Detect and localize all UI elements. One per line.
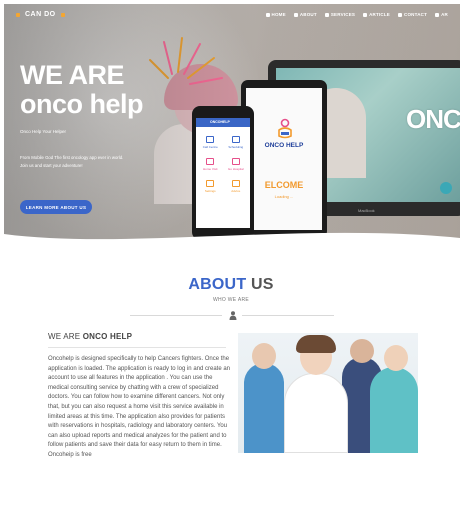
- onco-help-logo-icon: [278, 118, 292, 139]
- phone-tile-label: Scheduling: [228, 145, 244, 149]
- brand-name: CAN DO: [25, 11, 56, 18]
- car-icon: [206, 158, 215, 165]
- main-nav: HOME ABOUT SERVICES ARTICLE CONTACT AR: [265, 12, 448, 17]
- phone-tile-go-hospital: Go Hospital: [225, 154, 248, 171]
- nav-label: ABOUT: [299, 12, 317, 17]
- nav-services[interactable]: SERVICES: [324, 12, 356, 17]
- phone-tile-label: Advice: [231, 189, 241, 193]
- tablet-screen: ONCO HELP ELCOME Loading ...: [246, 88, 322, 230]
- learn-more-button[interactable]: LEARN MORE ABOUT US: [20, 200, 92, 214]
- phone-icon: [206, 136, 215, 143]
- article-icon: [363, 12, 368, 17]
- phone-tile-call-centre: Call Centre: [199, 132, 222, 149]
- phone-tile-grid: Call Centre Scheduling Home Visit Go Hos…: [199, 132, 247, 193]
- phone-tile-label: Go Hospital: [227, 167, 244, 171]
- nav-about[interactable]: ABOUT: [293, 12, 317, 17]
- tablet-app-title: ONCO HELP: [264, 142, 304, 149]
- we-are-rule: [48, 347, 226, 348]
- brand-dot-icon: [16, 12, 20, 17]
- nav-label: HOME: [271, 12, 286, 17]
- tablet-welcome-text: ELCOME: [264, 180, 304, 190]
- services-icon: [324, 12, 329, 17]
- brand-logo[interactable]: CAN DO: [16, 11, 65, 18]
- tablet-loading-text: Loading ...: [274, 194, 294, 199]
- hospital-icon: [231, 158, 240, 165]
- advice-icon: [231, 180, 240, 187]
- phone-tile-label: Call Centre: [202, 145, 218, 149]
- doctor-head: [252, 343, 276, 369]
- laptop-action-icon: [440, 182, 452, 194]
- hero-heading-line1: WE ARE: [20, 60, 125, 90]
- doctors-photo: [238, 333, 418, 453]
- we-are-bold: ONCO HELP: [82, 332, 133, 341]
- calendar-icon: [231, 136, 240, 143]
- nav-language-ar[interactable]: AR: [435, 12, 448, 17]
- we-are-prefix: WE ARE: [48, 332, 83, 341]
- hero-heading-line2: onco help: [20, 89, 144, 119]
- phone-app-bar-title: ONCOHELP: [210, 120, 230, 124]
- nav-label: AR: [441, 12, 448, 17]
- nav-contact[interactable]: CONTACT: [398, 12, 427, 17]
- divider-left: [130, 315, 222, 316]
- nav-label: ARTICLE: [369, 12, 391, 17]
- phone-tile-label: Settings: [204, 189, 216, 193]
- about-heading: ABOUT US: [0, 276, 462, 294]
- doctor-figure: [370, 367, 418, 453]
- person-icon: [229, 311, 237, 320]
- doctor-hair: [296, 335, 336, 353]
- nav-label: SERVICES: [330, 12, 356, 17]
- hero-bottom-wave: [4, 232, 460, 250]
- phone-tile-label: Home Visit: [203, 167, 218, 171]
- hero-section: ONCO MacBook ONCO HELP ELCOME Loading ..…: [4, 4, 460, 244]
- top-navigation-bar: CAN DO HOME ABOUT SERVICES ARTICLE CONTA…: [4, 4, 460, 26]
- hero-tagline: Onco Help Your Helper: [20, 129, 67, 134]
- brand-dot-icon: [60, 12, 65, 17]
- phone-screen: ONCOHELP Call Centre Scheduling Home Vis…: [196, 118, 250, 228]
- nav-label: CONTACT: [404, 12, 428, 17]
- about-subheading: WHO WE ARE: [212, 297, 250, 303]
- contact-icon: [398, 12, 403, 17]
- hero-description: From Mobile God The first oncology app e…: [20, 155, 124, 169]
- phone-app-bar: ONCOHELP: [196, 118, 250, 127]
- divider-right: [242, 315, 334, 316]
- phone-tile-settings: Settings: [199, 176, 222, 193]
- globe-icon: [435, 12, 440, 17]
- laptop-brand-text: ONCO: [406, 104, 460, 134]
- doctor-figure: [244, 363, 284, 453]
- we-are-heading: WE ARE ONCO HELP: [48, 332, 132, 341]
- doctor-head: [350, 339, 374, 363]
- about-body-text: Oncohelp is designed specifically to hel…: [48, 356, 231, 458]
- home-icon: [265, 12, 270, 17]
- hero-heading: WE ARE onco help: [20, 60, 144, 119]
- info-icon: [293, 12, 298, 17]
- nav-home[interactable]: HOME: [265, 12, 286, 17]
- doctor-head: [384, 345, 408, 371]
- doctor-figure-main: [284, 373, 348, 453]
- phone-tile-scheduling: Scheduling: [225, 132, 248, 149]
- laptop-label: MacBook: [358, 208, 375, 213]
- about-heading-accent: ABOUT: [188, 276, 247, 293]
- about-heading-rest: US: [246, 276, 274, 293]
- phone-tile-advice: Advice: [225, 176, 248, 193]
- nav-article[interactable]: ARTICLE: [363, 12, 390, 17]
- phone-tile-home-visit: Home Visit: [199, 154, 222, 171]
- gear-icon: [206, 180, 215, 187]
